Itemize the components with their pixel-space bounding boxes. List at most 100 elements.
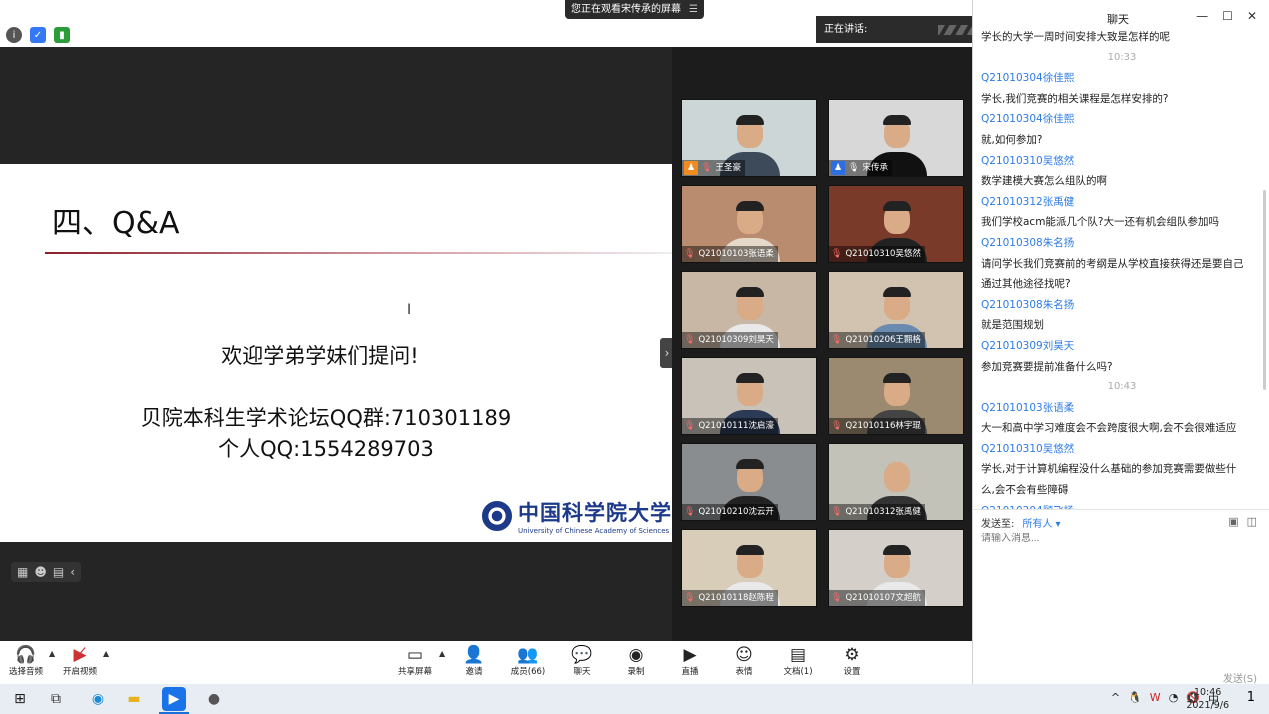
network-signal-icon[interactable]: ▮ bbox=[54, 27, 70, 43]
file-explorer-icon[interactable]: ▬ bbox=[122, 687, 146, 711]
participant-name: Q21010116林宇琨 bbox=[845, 421, 921, 431]
emoji-icon[interactable]: ☻ bbox=[34, 565, 47, 579]
participant-tile[interactable]: 🎙 Q21010206王翾格 bbox=[828, 271, 964, 349]
chat-sender-name[interactable]: Q21010312张禹健 bbox=[981, 192, 1263, 213]
windows-start-icon[interactable]: ⊞ bbox=[8, 687, 32, 711]
mic-icon: 🎙 bbox=[848, 163, 860, 173]
invite-button[interactable]: 👤 邀请 bbox=[449, 645, 499, 677]
chat-sender-name[interactable]: Q21010309刘昊天 bbox=[981, 336, 1263, 357]
participant-hair bbox=[883, 545, 911, 555]
chat-sender-name[interactable]: Q21010308朱名扬 bbox=[981, 295, 1263, 316]
media-app-icon[interactable]: ● bbox=[202, 687, 226, 711]
chat-message-list[interactable]: 学长的大学一周时间安排大致是怎样的呢 10:33 Q21010304徐佳熙 学长,我们… bbox=[981, 27, 1263, 509]
minimize-icon[interactable]: — bbox=[1196, 9, 1208, 23]
close-icon[interactable]: ✕ bbox=[1247, 9, 1257, 23]
edge-browser-icon[interactable]: ◉ bbox=[86, 687, 110, 711]
qq-tray-icon[interactable]: 🐧 bbox=[1128, 691, 1142, 707]
reactions-button[interactable]: ☺ 表情 bbox=[719, 645, 769, 677]
chat-timestamp: 10:33 bbox=[1107, 51, 1137, 63]
taskbar-clock[interactable]: 10:46 2021/9/6 bbox=[1186, 686, 1229, 712]
chat-timestamp: 10:43 bbox=[1107, 381, 1137, 393]
participant-tile[interactable]: 🎙 Q21010116林宇琨 bbox=[828, 357, 964, 435]
participant-tile[interactable]: ♟ 🎙 王圣豪 bbox=[681, 99, 817, 177]
collapse-left-icon[interactable]: ‹ bbox=[70, 565, 75, 579]
audio-button[interactable]: 🎧 选择音频 bbox=[1, 645, 51, 677]
record-button[interactable]: ◉ 录制 bbox=[611, 645, 661, 677]
share-screen-button[interactable]: ▭ 共享屏幕 bbox=[390, 645, 440, 677]
video-options-caret[interactable]: ▲ bbox=[103, 649, 109, 658]
settings-button[interactable]: ⚙ 设置 bbox=[827, 645, 877, 677]
mic-muted-icon: 🎙 bbox=[701, 163, 713, 173]
chat-sender-name[interactable]: Q21010308朱名扬 bbox=[981, 233, 1263, 254]
participant-label: 🎙 Q21010111沈启濠 bbox=[682, 418, 778, 434]
mic-muted-icon: 🎙 bbox=[684, 421, 696, 431]
chat-sender-name[interactable]: Q21010304徐佳熙 bbox=[981, 68, 1263, 89]
participant-hair bbox=[883, 287, 911, 297]
participant-label: 🎙 Q21010210沈云开 bbox=[682, 504, 778, 520]
participant-tile[interactable]: ♟ 🎙 宋传承 bbox=[828, 99, 964, 177]
participant-label: 🎙 Q21010103张语柔 bbox=[682, 246, 778, 262]
participant-tile[interactable]: 🎙 Q21010210沈云开 bbox=[681, 443, 817, 521]
task-view-icon[interactable]: ⧉ bbox=[44, 687, 68, 711]
participant-name: Q21010310吴悠然 bbox=[845, 249, 921, 259]
chat-sender-name[interactable]: Q21010304徐佳熙 bbox=[981, 109, 1263, 130]
chat-message-text: 学长,对于计算机编程没什么基础的参加竞赛需要做些什 bbox=[981, 463, 1237, 476]
chat-scrollbar[interactable] bbox=[1263, 190, 1266, 390]
send-button[interactable]: 发送(S) bbox=[1223, 670, 1257, 685]
meeting-app-icon[interactable]: ▶ bbox=[162, 687, 186, 711]
chat-message-text: 请问学长我们竞赛前的考纲是从学校直接获得还是要自己 bbox=[981, 257, 1244, 270]
clock-time: 10:46 bbox=[1193, 687, 1222, 698]
share-options-caret[interactable]: ▲ bbox=[439, 649, 445, 658]
chat-message-input[interactable] bbox=[981, 533, 1251, 544]
live-button[interactable]: ▶ 直播 bbox=[665, 645, 715, 677]
wifi-icon[interactable]: ◔ bbox=[1169, 691, 1179, 707]
participant-label: ♟ 🎙 王圣豪 bbox=[682, 160, 745, 176]
maximize-icon[interactable]: ☐ bbox=[1222, 9, 1233, 23]
caption-icon[interactable]: ▤ bbox=[53, 565, 64, 579]
participant-tile[interactable]: 🎙 Q21010118赵陈程 bbox=[681, 529, 817, 607]
video-button[interactable]: ▶̸ 开启视频 bbox=[55, 645, 105, 677]
chat-sender-name[interactable]: Q21010103张语柔 bbox=[981, 398, 1263, 419]
meeting-toolbar: 🎧 选择音频 ▲ ▶̸ 开启视频 ▲ ▭ 共享屏幕 ▲ 👤 邀请 👥 成员(66… bbox=[0, 641, 972, 684]
notification-count: 1 bbox=[1246, 690, 1255, 705]
participant-tile[interactable]: 🎙 Q21010111沈启濠 bbox=[681, 357, 817, 435]
video-off-icon: ▶̸ bbox=[73, 645, 87, 665]
chat-message-text: 我们学校acm能派几个队?大一还有机会组队参加吗 bbox=[981, 216, 1220, 229]
chat-sender-name[interactable]: Q21010310吴悠然 bbox=[981, 439, 1263, 460]
send-to-row: 发送至: 所有人 ▾ bbox=[981, 515, 1061, 530]
slide-title-rule bbox=[45, 252, 672, 254]
chat-sender-name[interactable]: Q21010310吴悠然 bbox=[981, 151, 1263, 172]
send-to-label: 发送至: bbox=[981, 519, 1015, 530]
participant-tile[interactable]: 🎙 Q21010312张禹健 bbox=[828, 443, 964, 521]
image-icon[interactable]: ▣ bbox=[1228, 515, 1238, 528]
participant-tile[interactable]: 🎙 Q21010103张语柔 bbox=[681, 185, 817, 263]
documents-button[interactable]: ▤ 文档(1) bbox=[773, 645, 823, 677]
chat-sender-name[interactable]: Q21010204顾飞扬 bbox=[981, 501, 1263, 509]
tray-expand-icon[interactable]: ^ bbox=[1111, 691, 1120, 707]
chat-button[interactable]: 💬 聊天 bbox=[557, 645, 607, 677]
wps-tray-icon[interactable]: W bbox=[1150, 691, 1161, 707]
speaking-label: 正在讲话: bbox=[824, 24, 868, 35]
mic-muted-icon: 🎙 bbox=[684, 507, 696, 517]
participant-name: Q21010309刘昊天 bbox=[698, 335, 774, 345]
view-options-icon[interactable]: ☰ bbox=[689, 0, 698, 19]
chat-tools: ▣ ◫ bbox=[1228, 515, 1257, 528]
participant-tile[interactable]: 🎙 Q21010309刘昊天 bbox=[681, 271, 817, 349]
send-to-dropdown[interactable]: 所有人 ▾ bbox=[1022, 515, 1060, 530]
participant-label: 🎙 Q21010310吴悠然 bbox=[829, 246, 925, 262]
participant-name: Q21010210沈云开 bbox=[698, 507, 774, 517]
participant-tile[interactable]: 🎙 Q21010310吴悠然 bbox=[828, 185, 964, 263]
info-icon[interactable]: i bbox=[6, 27, 22, 43]
chat-divider bbox=[973, 509, 1269, 510]
watching-screen-pill[interactable]: 您正在观看宋传承的屏幕 ☰ bbox=[565, 0, 704, 19]
shared-screen-stage: 四、Q&A I 欢迎学弟学妹们提问! 贝院本科生学术论坛QQ群:71030118… bbox=[0, 47, 672, 641]
participant-name: Q21010107文超航 bbox=[845, 593, 921, 603]
members-button[interactable]: 👥 成员(66) bbox=[503, 645, 553, 677]
security-shield-icon[interactable]: ✓ bbox=[30, 27, 46, 43]
file-icon[interactable]: ◫ bbox=[1247, 515, 1257, 528]
layout-icon[interactable]: ▦ bbox=[17, 565, 28, 579]
notification-icon[interactable]: 1 bbox=[1247, 690, 1255, 705]
slide-welcome-text: 欢迎学弟学妹们提问! bbox=[221, 344, 419, 368]
participant-tile[interactable]: 🎙 Q21010107文超航 bbox=[828, 529, 964, 607]
chat-message-text: 大一和高中学习难度会不会跨度很大啊,会不会很难适应 bbox=[981, 422, 1237, 435]
